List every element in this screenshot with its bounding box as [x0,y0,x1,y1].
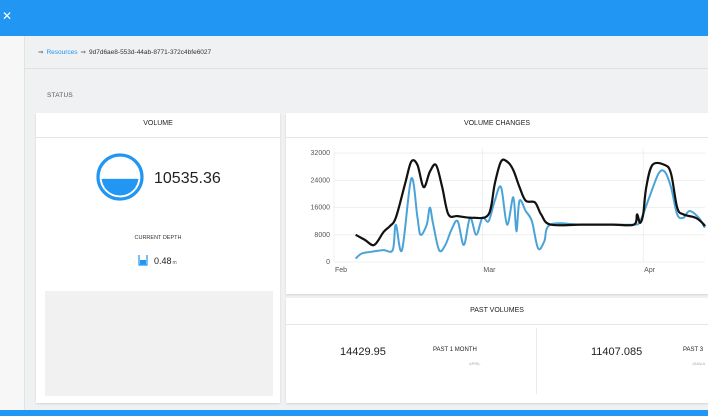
series-line-blue [354,169,706,260]
volume-gauge [96,153,144,201]
past-volume-sublabel: APRIL [469,361,481,366]
volume-card-title: VOLUME [143,120,173,127]
header-divider [24,68,708,69]
past-volumes-divider [536,328,537,394]
card-divider [36,137,280,138]
bottom-bar [0,410,708,416]
past-volume-label: PAST 1 MONTH [433,347,477,353]
breadcrumb-link-resources[interactable]: Resources [46,49,77,56]
side-rail [0,36,25,412]
depth-unit: m [172,260,177,266]
breadcrumb-arrow-icon: ⇒ [80,49,86,56]
x-tick-label: Mar [483,267,496,274]
y-tick-label: 24000 [311,177,331,184]
y-tick-label: 0 [326,259,330,266]
volume-changes-title: VOLUME CHANGES [463,120,531,127]
x-tick-label: Feb [335,267,347,274]
card-divider [286,324,708,325]
past-volume-value: 11407.085 [591,346,643,358]
section-title: STATUS [47,92,73,99]
past-volumes-title: PAST VOLUMES [470,307,524,314]
breadcrumb: ⇒ Resources ⇒ 9d7d6ae8-553d-44ab-8771-372c4… [38,48,211,56]
current-depth-label: CURRENT DEPTH [134,235,182,241]
depth-icon [138,255,148,266]
volume-changes-chart: 0 8000 16000 24000 32000 Feb Mar Apr [311,148,706,274]
volume-card-placeholder [45,291,273,396]
top-app-bar: ✕ [0,0,708,36]
breadcrumb-arrow-icon: ⇒ [38,49,44,56]
past-volume-sublabel: JANUA [692,361,706,366]
past-volume-label: PAST 3 [683,347,704,353]
volume-value: 10535.36 [154,170,221,187]
depth-number: 0.48 [154,256,172,266]
x-tick-label: Apr [644,267,656,274]
close-icon[interactable]: ✕ [2,9,12,23]
depth-value: 0.48m [154,256,177,266]
y-tick-label: 8000 [314,232,330,239]
y-tick-label: 32000 [311,150,331,157]
past-volume-value: 14429.95 [340,346,386,358]
breadcrumb-resource-id: 9d7d6ae8-553d-44ab-8771-372c4bfe6027 [88,49,212,56]
y-tick-label: 16000 [311,205,331,212]
